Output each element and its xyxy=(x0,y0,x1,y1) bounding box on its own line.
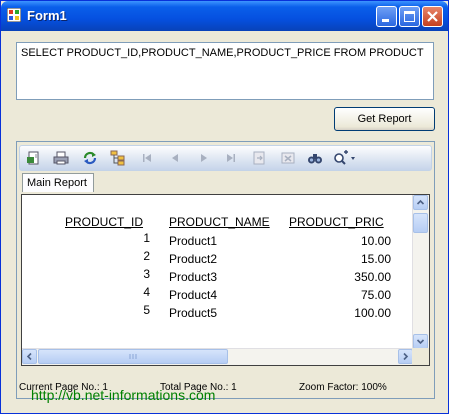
cell-product-id: 3 xyxy=(143,267,150,281)
report-tab-bar: Main Report xyxy=(19,172,432,193)
zoom-icon[interactable] xyxy=(333,150,357,166)
cell-product-price: 10.00 xyxy=(360,234,391,248)
cell-product-id: 1 xyxy=(143,231,150,245)
column-header-product-price: PRODUCT_PRIC xyxy=(289,215,384,229)
close-button[interactable] xyxy=(422,6,443,27)
last-page-icon[interactable] xyxy=(223,150,239,166)
minimize-button[interactable] xyxy=(376,6,397,27)
chevron-up-icon xyxy=(416,199,425,205)
search-icon[interactable] xyxy=(307,150,323,166)
scroll-right-button[interactable] xyxy=(398,349,413,364)
column-header-product-name: PRODUCT_NAME xyxy=(169,215,270,229)
export-icon[interactable] xyxy=(26,150,42,166)
minimize-icon xyxy=(382,19,389,22)
cell-product-name: Product3 xyxy=(169,270,218,284)
crystal-report-viewer: Main Report PRODUCT_ID PRODUCT_NAME PROD… xyxy=(16,141,435,399)
first-page-icon[interactable] xyxy=(139,150,155,166)
chevron-down-icon xyxy=(416,339,425,345)
vertical-scrollbar[interactable] xyxy=(412,195,429,349)
zoom-factor-label: Zoom Factor: 100% xyxy=(299,382,387,393)
cell-product-id: 2 xyxy=(143,249,150,263)
close-icon xyxy=(427,11,438,22)
cell-product-name: Product5 xyxy=(169,306,218,320)
get-report-button[interactable]: Get Report xyxy=(334,107,435,131)
window-title: Form1 xyxy=(27,8,67,23)
app-icon xyxy=(7,8,21,22)
cell-product-name: Product2 xyxy=(169,252,218,266)
maximize-button[interactable] xyxy=(399,6,420,27)
refresh-icon[interactable] xyxy=(82,150,98,166)
next-page-icon[interactable] xyxy=(196,150,212,166)
print-icon[interactable] xyxy=(53,150,69,166)
previous-page-icon[interactable] xyxy=(167,150,183,166)
sql-query-textbox[interactable]: SELECT PRODUCT_ID,PRODUCT_NAME,PRODUCT_P… xyxy=(16,42,434,100)
report-toolbar xyxy=(19,145,432,171)
group-tree-icon[interactable] xyxy=(110,150,126,166)
website-watermark: http://vb.net-informations.com xyxy=(31,387,216,403)
cell-product-price: 15.00 xyxy=(360,252,391,266)
cell-product-price: 350.00 xyxy=(354,270,391,284)
cell-product-price: 75.00 xyxy=(360,288,391,302)
chevron-right-icon xyxy=(403,352,409,361)
title-bar[interactable]: Form1 xyxy=(1,1,448,31)
scroll-down-button[interactable] xyxy=(413,334,428,349)
form1-window: Form1 SELECT PRODUCT_ID,PRODUCT_NAME,PRO… xyxy=(0,0,449,414)
chevron-left-icon xyxy=(26,352,32,361)
report-page: PRODUCT_ID PRODUCT_NAME PRODUCT_PRIC 1 P… xyxy=(21,194,430,366)
cell-product-name: Product4 xyxy=(169,288,218,302)
cell-product-id: 4 xyxy=(143,285,150,299)
horizontal-scroll-thumb[interactable] xyxy=(38,349,228,364)
scrollbar-corner xyxy=(412,348,429,365)
grip-icon xyxy=(129,354,137,359)
scroll-up-button[interactable] xyxy=(413,195,428,210)
cell-product-id: 5 xyxy=(143,303,150,317)
vertical-scroll-thumb[interactable] xyxy=(413,213,428,233)
horizontal-scrollbar[interactable] xyxy=(22,348,413,365)
scroll-left-button[interactable] xyxy=(22,349,37,364)
goto-page-icon[interactable] xyxy=(251,150,267,166)
maximize-icon xyxy=(404,11,415,22)
column-header-product-id: PRODUCT_ID xyxy=(65,215,144,229)
cell-product-name: Product1 xyxy=(169,234,218,248)
cell-product-price: 100.00 xyxy=(354,306,391,320)
stop-icon[interactable] xyxy=(280,150,296,166)
tab-main-report[interactable]: Main Report xyxy=(22,173,94,192)
